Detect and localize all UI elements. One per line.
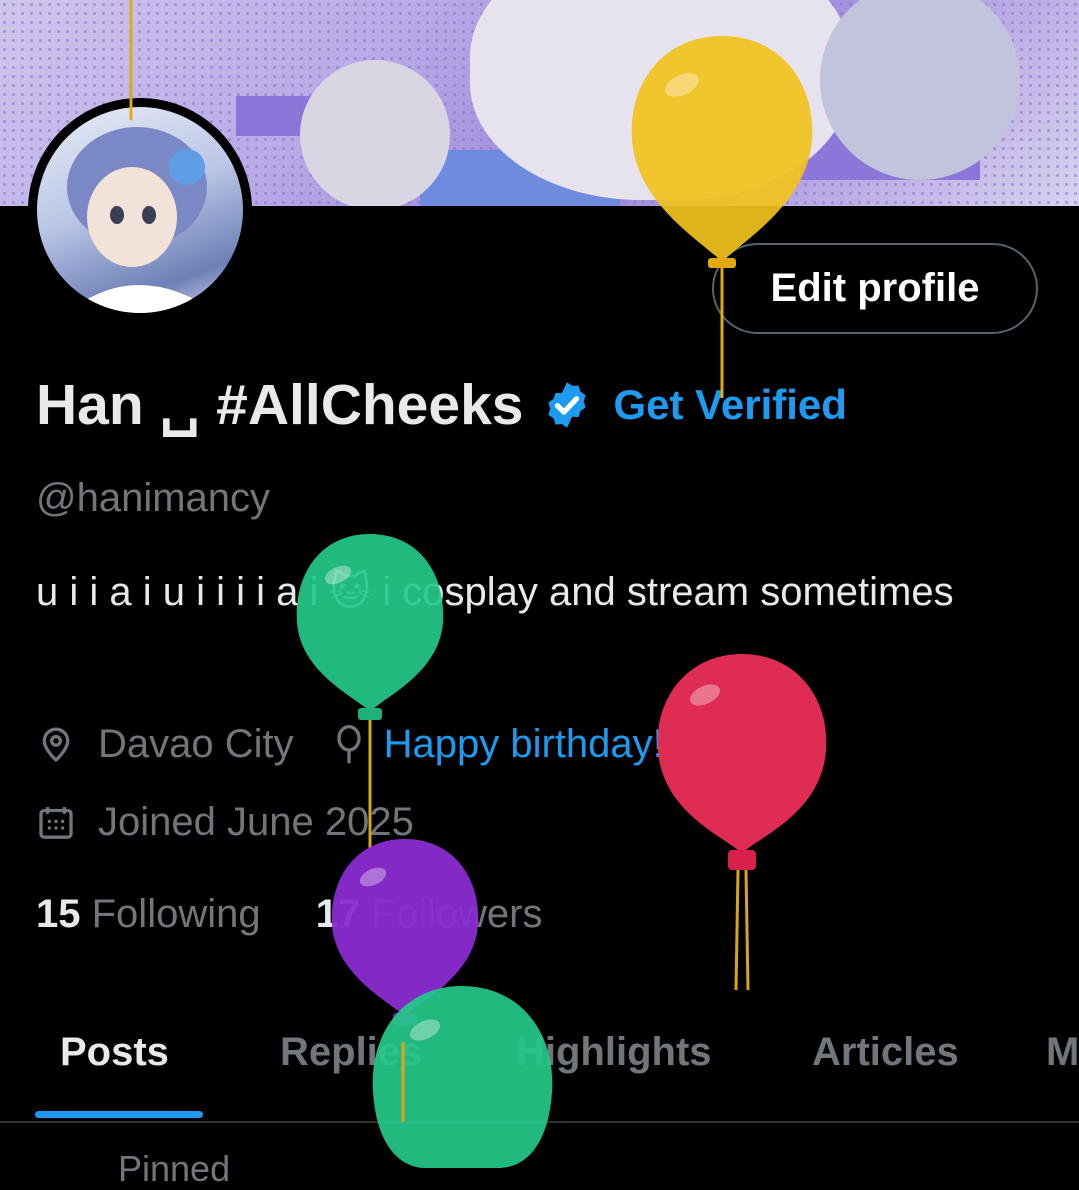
yellow-balloon-decoration [631, 36, 813, 398]
tab-media[interactable]: Media [1046, 1030, 1079, 1075]
following-count: 15 [36, 892, 81, 936]
profile-avatar[interactable] [28, 98, 252, 322]
red-balloon-decoration [657, 654, 827, 991]
display-name: Han ␣ #AllCheeks [36, 373, 524, 437]
balloon-string-decoration [129, 0, 133, 120]
verified-badge-icon[interactable] [541, 379, 593, 431]
profile-bio: u i i a i u i i i i a i 🐱 i cosplay and … [36, 570, 954, 614]
profile-handle: @hanimancy [36, 476, 271, 520]
following-label: Following [91, 892, 261, 936]
calendar-icon [39, 806, 73, 839]
location-text: Davao City [98, 722, 294, 766]
following-link[interactable]: 15 Following [36, 892, 272, 936]
avatar-image [37, 107, 243, 313]
tab-articles[interactable]: Articles [812, 1030, 959, 1075]
avatar-illustration [67, 127, 217, 313]
location-pin-icon [42, 727, 70, 762]
banner-character-small [300, 60, 450, 206]
pinned-label: Pinned [118, 1148, 231, 1189]
green-balloon-decoration-2 [372, 986, 553, 1168]
active-tab-indicator [35, 1111, 203, 1118]
green-balloon-decoration [296, 534, 444, 848]
tab-posts[interactable]: Posts [60, 1030, 169, 1075]
